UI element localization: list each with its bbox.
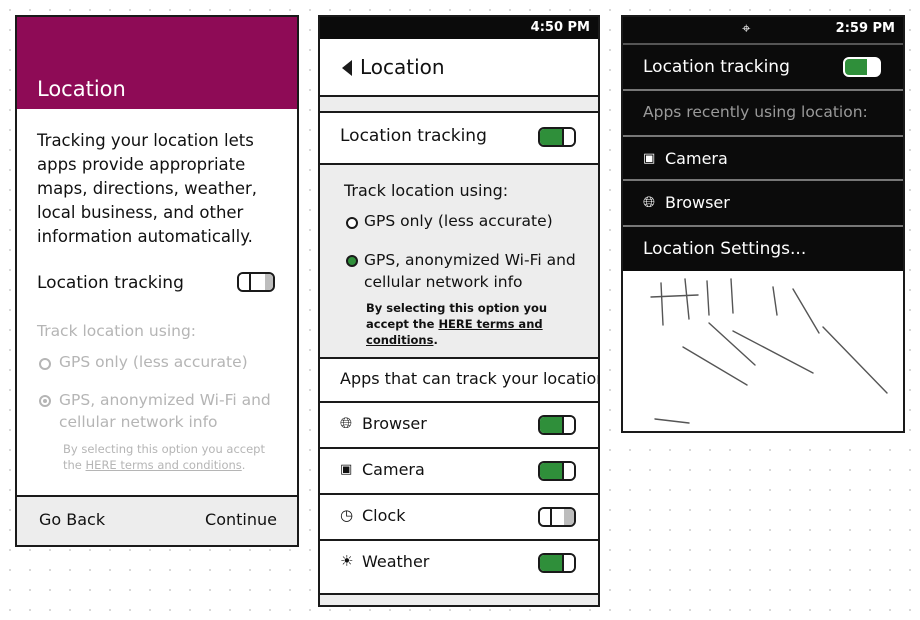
clock-icon: ◷ (340, 506, 354, 524)
camera-icon: ▣ (643, 151, 656, 166)
recent-app-browser[interactable]: 🌐︎ Browser (623, 181, 903, 225)
location-tracking-label: Location tracking (643, 57, 790, 77)
app-bar: Location (320, 39, 598, 97)
gps-wifi-radio[interactable] (346, 255, 358, 267)
header-bar: Location (17, 17, 297, 109)
screen-title: Location (360, 55, 445, 79)
gps-wifi-label: GPS, anonymized Wi-Fi and cellular netwo… (364, 251, 576, 291)
terms-suffix: . (433, 333, 438, 347)
location-tracking-toggle[interactable] (843, 57, 881, 77)
browser-toggle[interactable] (538, 415, 576, 435)
track-using-label: Track location using: (344, 181, 509, 200)
app-name: Weather (362, 552, 430, 571)
camera-toggle[interactable] (538, 461, 576, 481)
location-tracking-label: Location tracking (340, 126, 487, 146)
terms-suffix: . (241, 458, 246, 472)
gps-only-radio[interactable] (346, 217, 358, 229)
terms-text: By selecting this option you accept the … (63, 441, 285, 473)
quick-location-panel: ⌖ 2:59 PM Location tracking Apps recentl… (621, 15, 905, 433)
go-back-button[interactable]: Go Back (39, 510, 105, 529)
sun-cloud-icon: ☀︎ (340, 552, 354, 570)
globe-icon: 🌐︎ (340, 414, 353, 432)
weather-toggle[interactable] (538, 553, 576, 573)
location-tracking-toggle[interactable] (538, 127, 576, 147)
status-time: 2:59 PM (835, 21, 895, 36)
footer-bar: Go Back Continue (17, 495, 297, 545)
terms-link[interactable]: HERE terms and conditions (86, 458, 242, 472)
app-name: Camera (665, 149, 728, 168)
globe-icon: 🌐︎ (643, 193, 656, 211)
description-text: Tracking your location lets apps provide… (37, 131, 258, 246)
status-time: 4:50 PM (530, 20, 590, 35)
app-row-camera: ▣ Camera (320, 447, 598, 493)
location-tracking-toggle[interactable] (237, 272, 275, 292)
location-setup-screen: Location Tracking your location lets app… (15, 15, 299, 547)
app-name: Browser (362, 414, 427, 433)
gps-only-radio[interactable] (39, 358, 51, 370)
apps-section: Apps that can track your location: 🌐︎ Br… (320, 357, 598, 595)
gps-wifi-radio[interactable] (39, 395, 51, 407)
recent-apps-header: Apps recently using location: (643, 103, 868, 121)
dark-panel: ⌖ 2:59 PM Location tracking Apps recentl… (623, 17, 903, 271)
app-row-weather: ☀︎ Weather (320, 539, 598, 589)
app-name: Browser (665, 193, 730, 212)
location-tracking-label: Location tracking (37, 273, 184, 293)
app-row-browser: 🌐︎ Browser (320, 401, 598, 447)
tracking-row: Location tracking (320, 111, 598, 165)
app-name: Camera (362, 460, 425, 479)
gps-only-label: GPS only (less accurate) (364, 212, 553, 230)
clock-toggle[interactable] (538, 507, 576, 527)
app-name: Clock (362, 506, 406, 525)
app-row-clock: ◷ Clock (320, 493, 598, 539)
apps-header: Apps that can track your location: (340, 369, 600, 388)
location-settings-screen: 4:50 PM Location Location tracking Track… (318, 15, 600, 607)
camera-icon: ▣ (340, 462, 353, 477)
gps-wifi-label: GPS, anonymized Wi-Fi and cellular netwo… (59, 391, 271, 431)
location-target-icon: ⌖ (742, 19, 751, 37)
status-bar: 4:50 PM (320, 17, 598, 39)
location-settings-link[interactable]: Location Settings... (643, 239, 806, 259)
continue-button[interactable]: Continue (205, 510, 277, 529)
triangle-left-icon[interactable] (342, 60, 352, 76)
screen-title: Location (37, 77, 126, 101)
underlying-content-sketch (650, 278, 888, 424)
terms-text: By selecting this option you accept the … (366, 300, 592, 348)
status-bar: ⌖ 2:59 PM (623, 17, 903, 43)
gps-only-label: GPS only (less accurate) (59, 353, 248, 371)
track-using-label: Track location using: (37, 322, 197, 340)
recent-app-camera[interactable]: ▣ Camera (623, 137, 903, 181)
